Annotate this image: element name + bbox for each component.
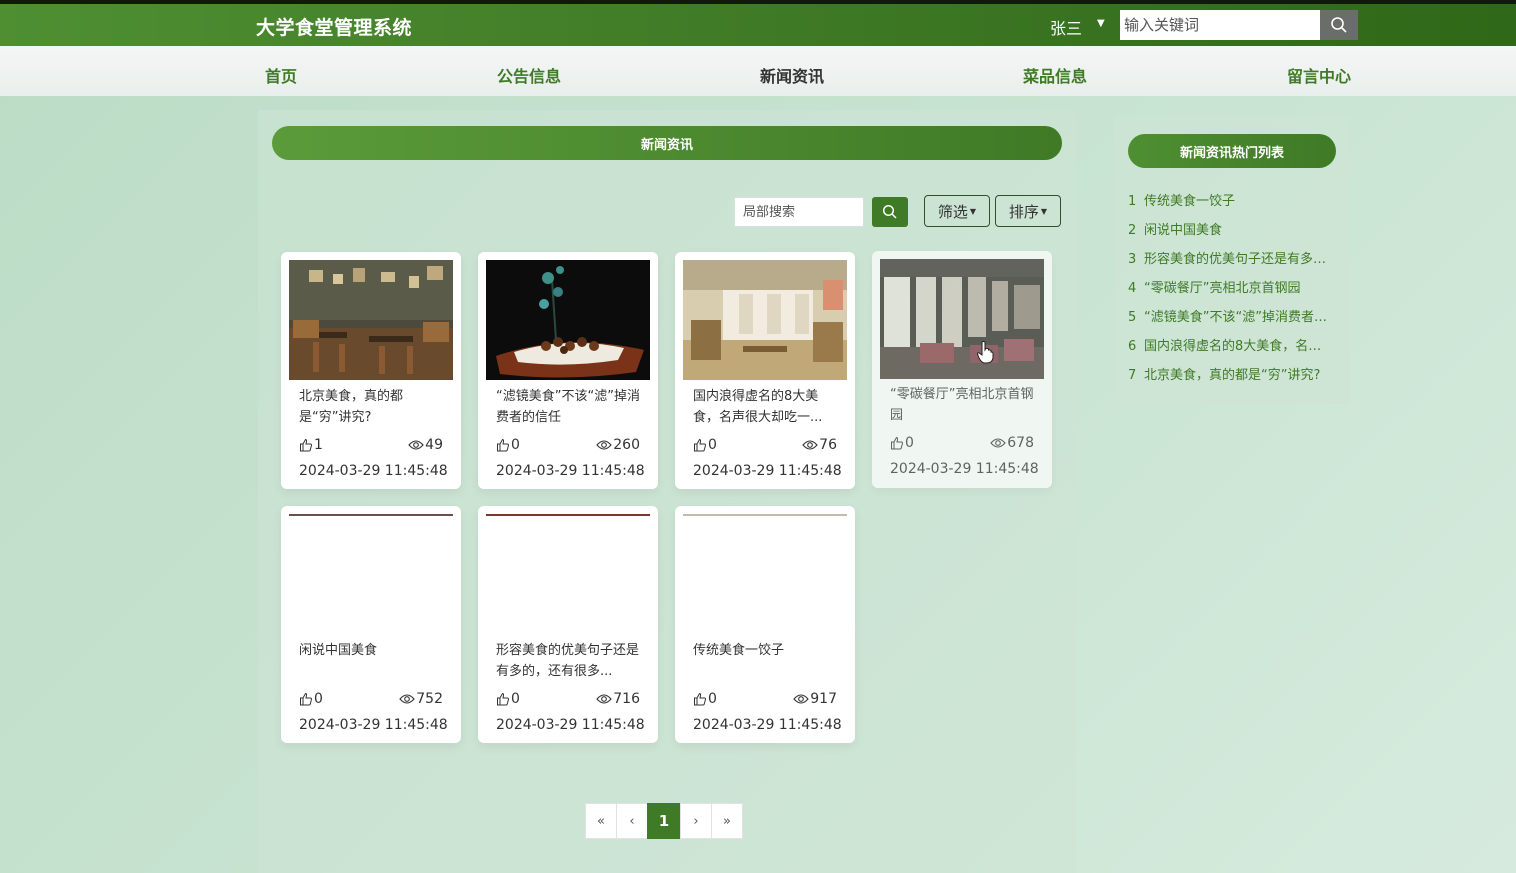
- next-page-button[interactable]: ›: [680, 803, 712, 839]
- news-title[interactable]: 传统美食一饺子: [693, 640, 841, 684]
- search-icon: [1331, 17, 1347, 33]
- hot-news-item[interactable]: 4 “零碳餐厅”亮相北京首钢园: [1128, 277, 1330, 296]
- nav-messages[interactable]: 留言中心: [1287, 63, 1351, 87]
- news-thumbnail[interactable]: [486, 514, 650, 634]
- hot-news-item[interactable]: 1 传统美食一饺子: [1128, 190, 1330, 209]
- news-thumbnail[interactable]: [289, 260, 453, 380]
- view-count: 917: [793, 691, 837, 707]
- sort-dropdown[interactable]: 排序 ▼: [995, 195, 1061, 227]
- hot-news-item[interactable]: 6国内浪得虚名的8大美食，名声很大却吃一: [1128, 335, 1330, 354]
- news-card[interactable]: 北京美食，真的都是“穷”讲究? 1 49 2024-03-29 11:45:48: [281, 252, 461, 489]
- news-thumbnail[interactable]: [683, 260, 847, 380]
- news-card[interactable]: 传统美食一饺子 0 917 2024-03-29 11:45:48: [675, 506, 855, 743]
- thumbs-up-icon: [496, 692, 510, 706]
- view-count: 76: [802, 437, 837, 453]
- top-search-button[interactable]: [1320, 10, 1358, 40]
- news-date: 2024-03-29 11:45:48: [496, 463, 645, 479]
- news-card[interactable]: “滤镜美食”不该“滤”掉消费者的信任 0 260 2024-03-29 11:4…: [478, 252, 658, 489]
- news-date: 2024-03-29 11:45:48: [890, 461, 1039, 477]
- local-search-button[interactable]: [872, 197, 908, 227]
- news-date: 2024-03-29 11:45:48: [693, 717, 842, 733]
- main-nav: 首页 公告信息 新闻资讯 菜品信息 留言中心: [0, 46, 1516, 96]
- news-title[interactable]: “滤镜美食”不该“滤”掉消费者的信任: [496, 386, 644, 430]
- news-thumbnail[interactable]: [289, 514, 453, 634]
- current-page-button[interactable]: 1: [647, 803, 681, 839]
- view-count: 752: [399, 691, 443, 707]
- eye-icon: [596, 693, 612, 705]
- thumbs-up-icon: [299, 438, 313, 452]
- news-thumbnail[interactable]: [880, 259, 1044, 379]
- view-count: 716: [596, 691, 640, 707]
- like-count[interactable]: 0: [496, 437, 520, 453]
- view-count: 678: [990, 435, 1034, 451]
- search-icon: [882, 204, 897, 219]
- thumbs-up-icon: [299, 692, 313, 706]
- news-title[interactable]: 形容美食的优美句子还是有多的，还有很多...: [496, 640, 644, 684]
- hot-news-item[interactable]: 2 闲说中国美食: [1128, 219, 1330, 238]
- section-title: 新闻资讯: [272, 126, 1062, 160]
- news-title[interactable]: 北京美食，真的都是“穷”讲究?: [299, 386, 447, 430]
- last-page-button[interactable]: »: [711, 803, 743, 839]
- like-count[interactable]: 0: [693, 437, 717, 453]
- news-card[interactable]: “零碳餐厅”亮相北京首钢园 0 678 2024-03-29 11:45:48: [872, 251, 1052, 488]
- news-card[interactable]: 形容美食的优美句子还是有多的，还有很多... 0 716 2024-03-29 …: [478, 506, 658, 743]
- news-date: 2024-03-29 11:45:48: [299, 463, 448, 479]
- eye-icon: [408, 439, 424, 451]
- caret-down-icon: ▼: [969, 206, 977, 216]
- news-thumbnail[interactable]: [486, 260, 650, 380]
- thumbs-up-icon: [496, 438, 510, 452]
- news-card[interactable]: 国内浪得虚名的8大美食，名声很大却吃一... 0 76 2024-03-29 1…: [675, 252, 855, 489]
- filter-dropdown[interactable]: 筛选 ▼: [924, 195, 990, 227]
- nav-news[interactable]: 新闻资讯: [760, 63, 824, 87]
- news-title[interactable]: 闲说中国美食: [299, 640, 447, 684]
- nav-home[interactable]: 首页: [265, 63, 297, 87]
- first-page-button[interactable]: «: [585, 803, 617, 839]
- local-search-input[interactable]: [734, 197, 864, 227]
- thumbs-up-icon: [693, 438, 707, 452]
- like-count[interactable]: 0: [299, 691, 323, 707]
- hot-news-item[interactable]: 5“滤镜美食”不该“滤”掉消费者的信任: [1128, 306, 1330, 325]
- pagination: « ‹ 1 › »: [585, 803, 743, 839]
- caret-down-icon: ▼: [1040, 206, 1048, 216]
- news-date: 2024-03-29 11:45:48: [299, 717, 448, 733]
- thumbs-up-icon: [890, 436, 904, 450]
- news-card[interactable]: 闲说中国美食 0 752 2024-03-29 11:45:48: [281, 506, 461, 743]
- eye-icon: [793, 693, 809, 705]
- eye-icon: [802, 439, 818, 451]
- filter-label: 筛选: [937, 202, 968, 221]
- hot-news-title: 新闻资讯热门列表: [1128, 134, 1336, 168]
- eye-icon: [990, 437, 1006, 449]
- view-count: 260: [596, 437, 640, 453]
- top-bar: 大学食堂管理系统 张三 ▼: [0, 0, 1516, 46]
- nav-announcements[interactable]: 公告信息: [497, 63, 561, 87]
- news-date: 2024-03-29 11:45:48: [693, 463, 842, 479]
- like-count[interactable]: 1: [299, 437, 323, 453]
- keyword-search-input[interactable]: [1120, 10, 1320, 40]
- site-title: 大学食堂管理系统: [256, 17, 413, 39]
- eye-icon: [399, 693, 415, 705]
- caret-down-icon[interactable]: ▼: [1097, 18, 1105, 29]
- hot-news-item[interactable]: 3形容美食的优美句子还是有多的，还有很多: [1128, 248, 1330, 267]
- hand-cursor-icon: [976, 341, 994, 364]
- prev-page-button[interactable]: ‹: [616, 803, 648, 839]
- news-title[interactable]: 国内浪得虚名的8大美食，名声很大却吃一...: [693, 386, 841, 430]
- hot-news-item[interactable]: 7 北京美食，真的都是“穷”讲究?: [1128, 364, 1330, 383]
- thumbs-up-icon: [693, 692, 707, 706]
- like-count[interactable]: 0: [890, 435, 914, 451]
- eye-icon: [596, 439, 612, 451]
- news-date: 2024-03-29 11:45:48: [496, 717, 645, 733]
- like-count[interactable]: 0: [496, 691, 520, 707]
- nav-dishes[interactable]: 菜品信息: [1023, 63, 1087, 87]
- view-count: 49: [408, 437, 443, 453]
- news-title[interactable]: “零碳餐厅”亮相北京首钢园: [890, 384, 1038, 428]
- like-count[interactable]: 0: [693, 691, 717, 707]
- sort-label: 排序: [1008, 202, 1039, 221]
- user-menu[interactable]: 张三: [1050, 15, 1082, 39]
- news-thumbnail[interactable]: [683, 514, 847, 634]
